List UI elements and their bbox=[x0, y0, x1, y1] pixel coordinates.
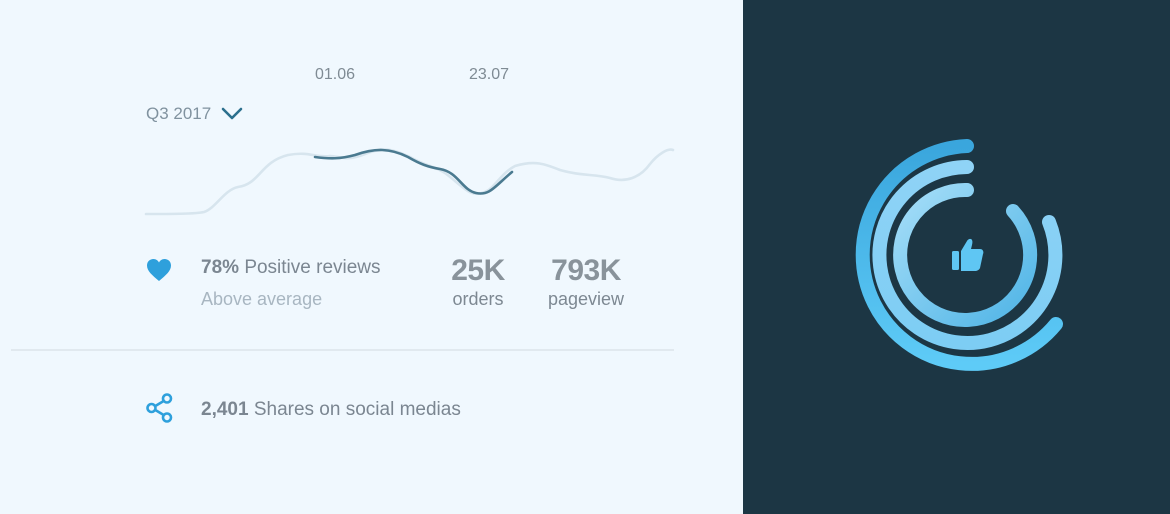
stats-row: 78% Positive reviews Above average 25K o… bbox=[146, 256, 686, 316]
orders-label: orders bbox=[452, 289, 504, 309]
pageview-stat: 793K pageview bbox=[538, 256, 634, 310]
stats-panel: 01.06 23.07 Q3 2017 78% Positive reviews… bbox=[0, 0, 743, 514]
engagement-rings bbox=[855, 139, 1063, 371]
reviews-summary: 78% Positive reviews bbox=[201, 257, 381, 279]
pageview-label: pageview bbox=[547, 289, 625, 309]
divider bbox=[11, 349, 674, 351]
sparkline-highlight bbox=[313, 148, 514, 195]
reviews-label: Positive reviews bbox=[244, 257, 381, 278]
dashboard-card: 01.06 23.07 Q3 2017 78% Positive reviews… bbox=[0, 0, 1170, 514]
shares-summary: 2,401 Shares on social medias bbox=[201, 399, 461, 421]
social-shares-row: 2,401 Shares on social medias bbox=[146, 392, 461, 428]
reviews-value: 78% bbox=[201, 257, 240, 278]
date-label-end: 23.07 bbox=[469, 66, 510, 83]
share-icon[interactable] bbox=[146, 392, 174, 428]
pageview-value: 793K bbox=[551, 254, 621, 287]
thumbs-up-icon bbox=[952, 238, 984, 271]
chevron-down-icon bbox=[221, 107, 243, 121]
orders-value: 25K bbox=[451, 254, 505, 287]
shares-value: 2,401 bbox=[201, 399, 249, 420]
orders-stat: 25K orders bbox=[442, 256, 514, 310]
date-label-start: 01.06 bbox=[315, 66, 356, 83]
period-dropdown[interactable]: Q3 2017 bbox=[146, 104, 243, 124]
engagement-panel bbox=[743, 0, 1170, 514]
heart-icon bbox=[146, 258, 172, 287]
period-label: Q3 2017 bbox=[146, 104, 212, 123]
sparkline-chart bbox=[144, 148, 675, 216]
reviews-sublabel: Above average bbox=[201, 289, 323, 309]
shares-label: Shares on social medias bbox=[253, 399, 461, 420]
